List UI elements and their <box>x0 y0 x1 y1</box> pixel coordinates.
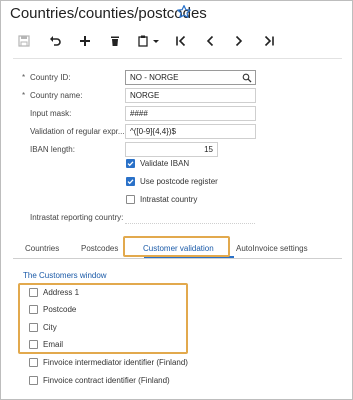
intrastat-country-label: Intrastat country <box>140 195 198 204</box>
use-postcode-register-label: Use postcode register <box>140 177 218 186</box>
customers-window-link[interactable]: The Customers window <box>23 271 107 280</box>
last-record-icon[interactable] <box>260 32 278 50</box>
copy-paste-icon[interactable] <box>137 32 161 50</box>
country-id-field[interactable]: NO - NORGE <box>125 70 256 85</box>
window: Countries/counties/postcodes * Country I… <box>0 0 353 400</box>
checkbox-checked-icon[interactable] <box>126 177 135 186</box>
search-icon[interactable] <box>242 73 252 83</box>
country-name-field[interactable]: NORGE <box>125 88 256 103</box>
finvoice-intermediator-checkbox[interactable]: Finvoice intermediator identifier (Finla… <box>29 358 188 367</box>
finvoice-contract-checkbox[interactable]: Finvoice contract identifier (Finland) <box>29 376 170 385</box>
input-mask-label: Input mask: <box>30 109 72 118</box>
required-marker: * <box>22 73 26 82</box>
tab-autoinvoice-settings[interactable]: AutoInvoice settings <box>236 244 308 253</box>
tab-highlight-box <box>123 236 230 257</box>
validation-regex-field[interactable]: ^([0-9]{4,4})$ <box>125 124 256 139</box>
validation-regex-label: Validation of regular expr... <box>30 127 125 136</box>
intrastat-country-checkbox[interactable]: Intrastat country <box>126 195 197 204</box>
required-marker: * <box>22 91 26 100</box>
undo-icon[interactable] <box>46 32 64 50</box>
checkbox-checked-icon[interactable] <box>126 159 135 168</box>
add-icon[interactable] <box>76 32 94 50</box>
intrastat-reporting-country-field[interactable] <box>125 223 255 224</box>
checkbox-unchecked-icon[interactable] <box>126 195 135 204</box>
input-mask-field[interactable]: #### <box>125 106 256 121</box>
next-record-icon[interactable] <box>230 32 248 50</box>
checkbox-unchecked-icon[interactable] <box>29 358 38 367</box>
finvoice-contract-label: Finvoice contract identifier (Finland) <box>43 376 170 385</box>
delete-icon[interactable] <box>106 32 124 50</box>
country-id-label: Country ID: <box>30 73 71 82</box>
country-name-value: NORGE <box>130 91 160 100</box>
checkbox-unchecked-icon[interactable] <box>29 376 38 385</box>
use-postcode-register-checkbox[interactable]: Use postcode register <box>126 177 218 186</box>
favorite-star-icon[interactable] <box>176 4 192 20</box>
previous-record-icon[interactable] <box>201 32 219 50</box>
input-mask-value: #### <box>130 109 148 118</box>
validation-regex-value: ^([0-9]{4,4})$ <box>130 127 177 136</box>
toolbar-divider <box>13 58 342 59</box>
first-record-icon[interactable] <box>172 32 190 50</box>
iban-length-field[interactable]: 15 <box>125 142 218 157</box>
iban-length-value: 15 <box>204 145 213 154</box>
intrastat-reporting-country-label: Intrastat reporting country: <box>30 213 124 222</box>
validate-iban-checkbox[interactable]: Validate IBAN <box>126 159 189 168</box>
save-icon[interactable] <box>15 32 33 50</box>
country-name-label: Country name: <box>30 91 83 100</box>
country-id-value: NO - NORGE <box>130 73 179 82</box>
iban-length-label: IBAN length: <box>30 145 75 154</box>
tab-countries[interactable]: Countries <box>25 244 59 253</box>
validation-group-highlight-box <box>18 283 188 354</box>
finvoice-intermediator-label: Finvoice intermediator identifier (Finla… <box>43 358 188 367</box>
tab-postcodes[interactable]: Postcodes <box>81 244 118 253</box>
validate-iban-label: Validate IBAN <box>140 159 190 168</box>
